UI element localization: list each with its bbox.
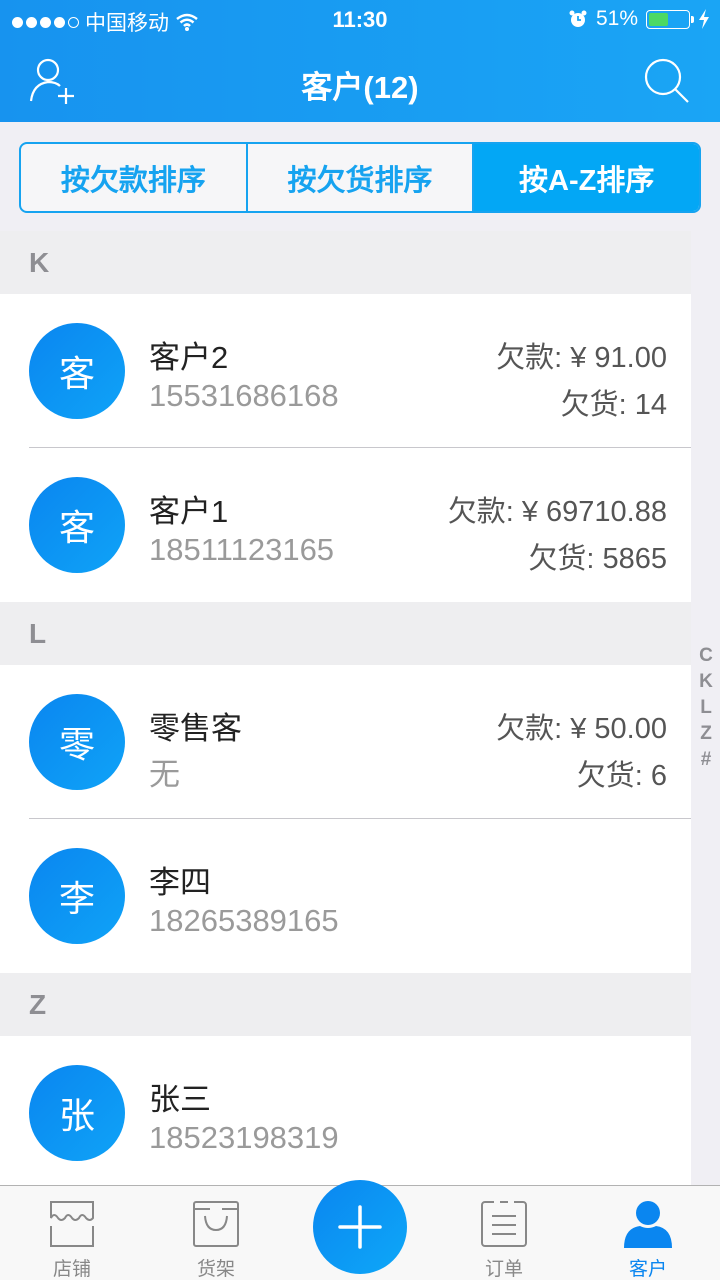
avatar: 李: [29, 848, 125, 944]
status-right: 51%: [568, 7, 710, 31]
avatar: 客: [29, 323, 125, 419]
charging-icon: [699, 9, 709, 29]
customer-phone: 18265389165: [149, 903, 339, 938]
customer-name: 客户2: [149, 340, 229, 375]
plus-icon: [338, 1205, 382, 1249]
section-header-l: L: [0, 602, 691, 665]
customer-debt: 欠款: ¥ 91.00: [496, 342, 667, 374]
customer-owed-goods: 欠货: 5865: [528, 543, 667, 575]
alarm-icon: [569, 10, 587, 27]
avatar: 客: [29, 477, 125, 573]
customer-phone: 18511123165: [149, 532, 335, 567]
customer-row[interactable]: 李 李四 18265389165: [0, 819, 691, 973]
customer-phone: 15531686168: [149, 378, 339, 413]
customer-phone: 无: [149, 757, 180, 792]
index-letter-l[interactable]: L: [700, 695, 712, 721]
customer-name: 客户1: [149, 494, 229, 529]
index-letter-hash[interactable]: #: [701, 747, 712, 773]
avatar: 张: [29, 1065, 125, 1161]
sort-segment-control: 按欠款排序 按欠货排序 按A-Z排序: [19, 142, 701, 213]
tab-customers[interactable]: 客户: [576, 1186, 720, 1280]
customer-debt: 欠款: ¥ 69710.88: [447, 496, 667, 528]
tab-label: 货架: [196, 1259, 235, 1280]
customer-row[interactable]: 客 客户2 15531686168 欠款: ¥ 91.00 欠货: 14: [0, 294, 691, 448]
tab-store[interactable]: 店铺: [0, 1186, 144, 1280]
store-icon: [50, 1201, 94, 1247]
customer-row[interactable]: 张 张三 18523198319: [0, 1036, 691, 1190]
section-header-z: Z: [0, 973, 691, 1036]
customer-list: K 客 客户2 15531686168 欠款: ¥ 91.00 欠货: 14 客…: [0, 231, 691, 1253]
status-bar: 中国移动 11:30 51%: [0, 0, 720, 40]
alphabet-index-bar: C K L Z #: [694, 643, 718, 773]
customer-list-screen: 中国移动 11:30 51% 客户(12) 按欠款排序 按欠货排序 按A-Z排序…: [0, 0, 720, 1280]
index-letter-k[interactable]: K: [699, 669, 713, 695]
sort-by-debt-tab[interactable]: 按欠款排序: [21, 144, 246, 211]
customer-owed-goods: 欠货: 14: [560, 389, 667, 421]
customer-person-icon: [624, 1201, 672, 1248]
search-button[interactable]: [642, 56, 692, 106]
customer-name: 李四: [149, 865, 211, 900]
add-button[interactable]: [313, 1180, 407, 1274]
index-letter-c[interactable]: C: [699, 643, 713, 669]
tab-label: 订单: [484, 1259, 523, 1280]
tab-orders[interactable]: 订单: [432, 1186, 576, 1280]
header: 中国移动 11:30 51% 客户(12): [0, 0, 720, 122]
section-header-k: K: [0, 231, 691, 294]
shelf-bag-icon: [193, 1201, 239, 1247]
battery-percent: 51%: [595, 7, 638, 30]
tab-label: 店铺: [52, 1259, 91, 1280]
nav-bar: 客户(12): [0, 40, 720, 122]
battery-icon: [646, 9, 694, 29]
page-title: 客户(12): [301, 70, 419, 105]
customer-debt: 欠款: ¥ 50.00: [496, 713, 667, 745]
customer-row[interactable]: 客 客户1 18511123165 欠款: ¥ 69710.88 欠货: 586…: [0, 448, 691, 602]
sort-by-owed-goods-tab[interactable]: 按欠货排序: [245, 144, 473, 211]
sort-by-alphabet-tab[interactable]: 按A-Z排序: [472, 144, 699, 211]
customer-name: 张三: [149, 1082, 211, 1117]
customer-phone: 18523198319: [149, 1120, 339, 1155]
battery-fill: [649, 12, 669, 26]
customer-name: 零售客: [149, 711, 242, 746]
customer-row[interactable]: 零 零售客 无 欠款: ¥ 50.00 欠货: 6: [0, 665, 691, 819]
tab-label: 客户: [628, 1259, 667, 1280]
index-letter-z[interactable]: Z: [700, 721, 712, 747]
order-list-icon: [481, 1200, 527, 1247]
search-icon: [644, 58, 689, 103]
customer-owed-goods: 欠货: 6: [576, 760, 667, 792]
avatar: 零: [29, 694, 125, 790]
tab-shelf[interactable]: 货架: [144, 1186, 288, 1280]
